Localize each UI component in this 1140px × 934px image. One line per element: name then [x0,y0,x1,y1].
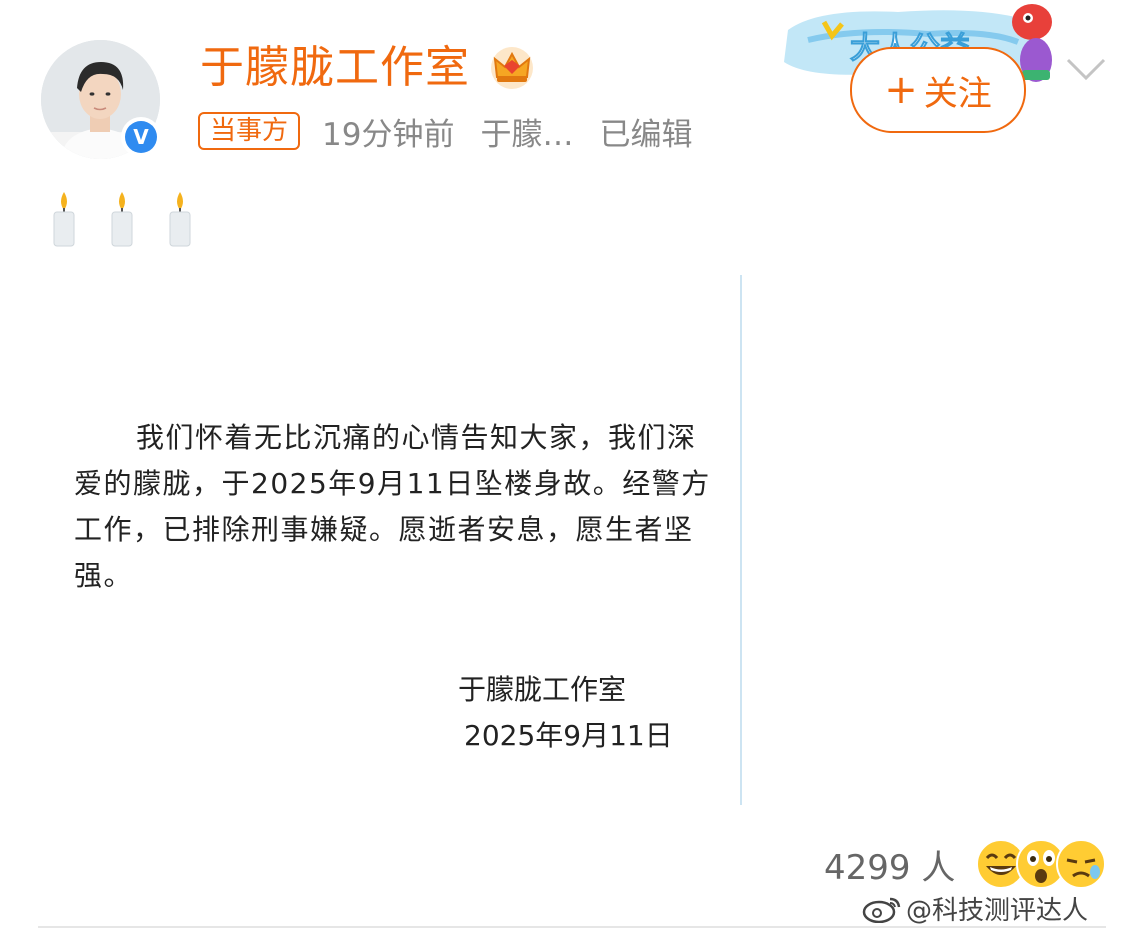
party-badge: 当事方 [198,112,301,150]
statement-signature: 于朦胧工作室 [458,673,627,706]
weibo-logo-icon [862,897,901,923]
follow-button[interactable]: + 关注 [850,47,1026,133]
post-time: 19分钟前 [322,116,455,153]
post-source[interactable]: 于朦… [480,109,573,154]
edited-label[interactable]: 已编辑 [599,109,692,154]
weibo-post: V 于朦胧工作室 当事方 19分钟前 于朦… 已编辑 大人公益 + 关注 [0,0,1140,934]
crying-emoji [1056,839,1107,889]
post-meta: 当事方 19分钟前 于朦… 已编辑 [198,108,692,154]
statement-image[interactable]: 我们怀着无比沉痛的心情告知大家，我们深爱的朦胧，于2025年9月11日坠楼身故。… [0,275,742,805]
post-divider [38,926,1106,928]
statement-body: 我们怀着无比沉痛的心情告知大家，我们深爱的朦胧，于2025年9月11日坠楼身故。… [74,421,711,592]
verified-badge: V [121,117,161,157]
candle-emoji [111,192,133,247]
candle-emojis [50,190,194,248]
image-edge-line [740,275,742,805]
chevron-down-icon[interactable] [1064,54,1108,84]
crown-icon [491,47,533,89]
watermark-text: @科技测评达人 [906,896,1089,926]
candle-emoji [169,192,191,247]
reactions-bar[interactable]: 4299 人 [824,838,1107,890]
follow-label: 关注 [923,73,992,114]
watermark: @科技测评达人 [862,890,1088,927]
reaction-count: 4299 人 [824,847,956,888]
verified-v-icon: V [125,121,157,153]
plus-icon: + [884,67,918,113]
author-name[interactable]: 于朦胧工作室 [200,40,470,96]
reaction-emojis [975,838,1107,890]
candle-emoji [53,192,75,247]
statement-date: 2025年9月11日 [464,719,673,752]
